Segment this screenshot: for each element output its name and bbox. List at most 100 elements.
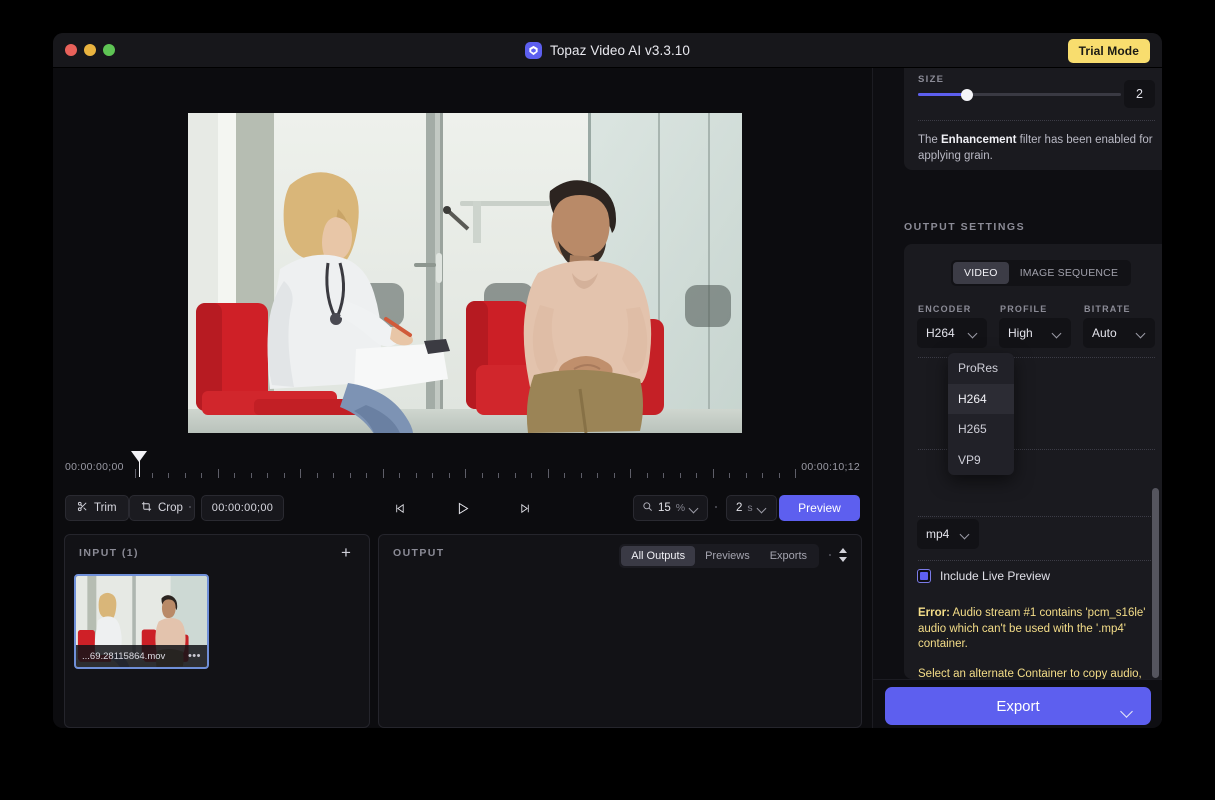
video-preview-frame[interactable] [188,113,742,433]
ruler-tick [267,473,268,478]
separator-dot [189,506,191,508]
encoder-select[interactable]: H264 [917,318,987,348]
ruler-tick [531,473,532,478]
ruler-tick [300,469,301,478]
ruler-tick [795,469,796,478]
ruler-tick [316,473,318,478]
divider [918,120,1155,121]
input-thumbnail-label: ...69.28115864.mov ••• [76,645,207,667]
input-pane: INPUT (1) + ...69.28115864.mov ••• [64,534,370,728]
tab-image-sequence[interactable]: IMAGE SEQUENCE [1009,262,1129,284]
menu-item-vp9[interactable]: VP9 [948,445,1014,476]
profile-select[interactable]: High [999,318,1071,348]
timeline-ruler[interactable] [135,462,796,478]
encoder-label: ENCODER [918,304,972,314]
bitrate-select[interactable]: Auto [1083,318,1155,348]
ellipsis-icon[interactable]: ••• [188,650,201,662]
preview-button[interactable]: Preview [779,495,860,521]
error-text: Audio stream #1 contains 'pcm_s16le' aud… [918,607,1146,650]
chevron-down-icon [961,530,970,539]
plus-icon[interactable]: + [336,543,356,563]
menu-item-prores[interactable]: ProRes [948,353,1014,384]
trim-button[interactable]: Trim [65,495,129,521]
trial-mode-badge[interactable]: Trial Mode [1067,39,1150,63]
ruler-tick [646,473,648,478]
ruler-tick [333,473,334,478]
ruler-tick [448,473,450,478]
tab-all-outputs[interactable]: All Outputs [621,546,696,566]
include-live-preview-checkbox[interactable]: Include Live Preview [917,569,1050,583]
crop-icon [141,501,152,515]
profile-value: High [1008,326,1033,340]
error-message: Error: Audio stream #1 contains 'pcm_s16… [918,606,1155,680]
video-viewer [53,68,872,448]
input-filename: ...69.28115864.mov [82,650,166,662]
ruler-tick [217,469,219,478]
size-slider[interactable] [918,88,1121,101]
size-slider-thumb[interactable] [960,88,973,101]
sort-updown-icon[interactable] [836,547,850,563]
trim-label: Trim [94,502,117,514]
zoom-level-select[interactable]: 15 % [633,495,709,521]
current-timecode-field[interactable]: 00:00:00;00 [201,495,284,521]
error-hint: Select an alternate Container to copy au… [918,667,1142,680]
output-pane-title: OUTPUT [393,547,445,559]
note-bold: Enhancement [941,134,1017,146]
size-slider-fill [918,93,967,96]
export-footer: Export [873,679,1162,728]
container-value: mp4 [926,527,950,541]
tab-exports[interactable]: Exports [760,546,817,566]
bitrate-value: Auto [1092,326,1117,340]
encoder-value: H264 [926,326,955,340]
output-settings-title: OUTPUT SETTINGS [904,221,1026,233]
preview-duration-select[interactable]: 2 s [726,495,777,521]
ruler-tick [778,473,780,478]
duration-value: 2 [736,502,743,514]
input-thumbnail-card[interactable]: ...69.28115864.mov ••• [74,574,209,669]
ruler-tick [349,473,351,478]
ruler-tick [514,473,516,478]
ruler-tick [630,469,631,478]
chevron-down-icon [690,504,699,513]
ruler-tick [547,469,549,478]
ruler-tick [498,473,499,478]
output-filter-tabs: All Outputs Previews Exports [619,544,819,568]
app-window: Topaz Video AI v3.3.10 Trial Mode 00:00:… [53,33,1162,728]
close-window-button[interactable] [65,44,77,56]
tab-previews[interactable]: Previews [695,546,760,566]
ruler-tick [679,473,681,478]
enhancement-note: The Enhancement filter has been enabled … [918,132,1155,164]
magnifier-icon [642,501,653,515]
chevron-down-icon[interactable] [1122,707,1133,718]
ruler-tick [432,473,433,478]
container-select[interactable]: mp4 [917,519,979,549]
scissors-icon [77,501,88,515]
next-frame-button[interactable] [512,495,538,521]
menu-item-h264[interactable]: H264 [948,383,1014,414]
ruler-tick [663,473,664,478]
ruler-tick [465,469,466,478]
bottom-panes: INPUT (1) + ...69.28115864.mov ••• OUTPU… [53,534,872,728]
sidebar-scrollbar-thumb[interactable] [1152,488,1159,678]
play-button[interactable] [450,495,476,521]
minimize-window-button[interactable] [84,44,96,56]
crop-label: Crop [158,502,183,514]
timeline[interactable]: 00:00:00;00 00:00:10;12 [53,448,872,486]
size-value-field[interactable]: 2 [1124,80,1155,108]
sidebar-scroll-area[interactable]: SIZE 2 The Enhancement filter has been e… [873,68,1162,680]
crop-button[interactable]: Crop [129,495,195,521]
separator-dot-2 [715,506,717,508]
menu-item-h265[interactable]: H265 [948,414,1014,445]
maximize-window-button[interactable] [103,44,115,56]
export-button[interactable]: Export [885,687,1151,725]
output-mode-toggle: VIDEO IMAGE SEQUENCE [951,260,1132,286]
player-controls: Trim Crop 00:00:00;00 15 % 2 s Preview [53,486,872,534]
main-column: 00:00:00;00 00:00:10;12 Trim Crop 00:00:… [53,68,872,728]
previous-frame-button[interactable] [388,495,414,521]
size-label: SIZE [918,74,945,85]
encoder-dropdown-menu[interactable]: ProRes H264 H265 VP9 [948,353,1014,475]
chevron-down-icon [1053,329,1062,338]
chevron-down-icon [1137,329,1146,338]
error-primary: Error: Audio stream #1 contains 'pcm_s16… [918,606,1155,653]
tab-video[interactable]: VIDEO [953,262,1009,284]
